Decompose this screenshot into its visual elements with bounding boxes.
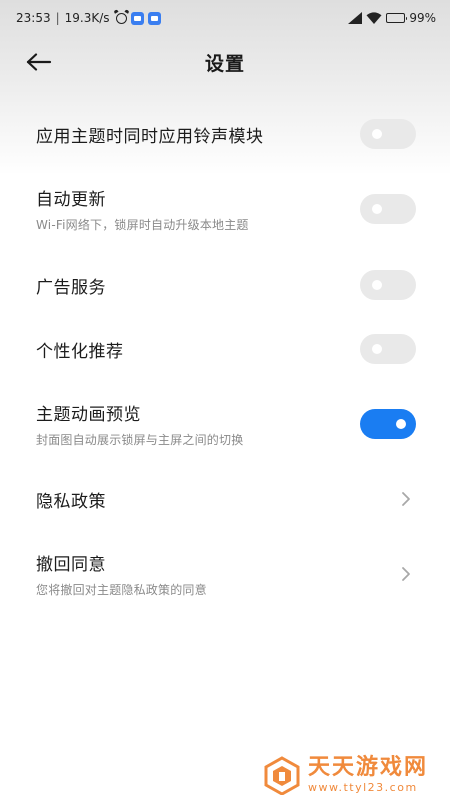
setting-label: 广告服务 xyxy=(36,277,106,298)
alarm-icon xyxy=(115,12,127,24)
setting-subtitle: Wi-Fi网络下，锁屏时自动升级本地主题 xyxy=(36,218,249,232)
status-separator: | xyxy=(55,11,60,25)
setting-row-auto-update[interactable]: 自动更新 Wi-Fi网络下，锁屏时自动升级本地主题 xyxy=(0,174,450,244)
setting-text: 自动更新 Wi-Fi网络下，锁屏时自动升级本地主题 xyxy=(36,185,249,233)
setting-row-theme-animation-preview[interactable]: 主题动画预览 封面图自动展示锁屏与主屏之间的切换 xyxy=(0,388,450,460)
setting-row-privacy-policy[interactable]: 隐私政策 xyxy=(0,466,450,532)
status-net-speed: 19.3K/s xyxy=(64,11,110,25)
setting-text: 撤回同意 您将撤回对主题隐私政策的同意 xyxy=(36,550,207,598)
setting-row-withdraw-consent[interactable]: 撤回同意 您将撤回对主题隐私政策的同意 xyxy=(0,538,450,610)
setting-row-ringtone-module[interactable]: 应用主题时同时应用铃声模块 xyxy=(0,100,450,168)
toggle-knob xyxy=(372,129,382,139)
setting-subtitle: 您将撤回对主题隐私政策的同意 xyxy=(36,583,207,597)
setting-label: 隐私政策 xyxy=(36,491,106,512)
page-title: 设置 xyxy=(204,52,245,75)
status-time: 23:53 xyxy=(16,11,51,25)
setting-row-personalized-recommendation[interactable]: 个性化推荐 xyxy=(0,316,450,382)
watermark-text: 天天游戏网 www.ttyl23.com xyxy=(308,755,429,794)
setting-label: 主题动画预览 xyxy=(36,405,141,425)
setting-label: 自动更新 xyxy=(36,190,106,210)
watermark-logo-icon xyxy=(264,756,300,795)
toggle-knob xyxy=(372,204,382,214)
watermark-title: 天天游戏网 xyxy=(308,755,429,780)
chevron-right-icon xyxy=(402,492,410,506)
status-bar-right: 99% xyxy=(348,11,436,25)
setting-label: 撤回同意 xyxy=(36,555,106,575)
status-bar: 23:53 | 19.3K/s 99% xyxy=(0,0,450,36)
setting-label: 应用主题时同时应用铃声模块 xyxy=(36,126,264,147)
setting-subtitle: 封面图自动展示锁屏与主屏之间的切换 xyxy=(36,433,244,447)
chevron-right-icon xyxy=(402,567,410,581)
setting-label: 个性化推荐 xyxy=(36,341,124,362)
watermark-url: www.ttyl23.com xyxy=(308,781,418,794)
ringtone-module-toggle[interactable] xyxy=(360,119,416,149)
setting-text: 个性化推荐 xyxy=(36,337,124,362)
setting-text: 应用主题时同时应用铃声模块 xyxy=(36,122,264,147)
toggle-knob xyxy=(396,419,406,429)
wifi-icon xyxy=(366,12,382,24)
app-bar: 设置 xyxy=(0,40,450,84)
battery-icon xyxy=(386,13,408,23)
personalized-recommendation-toggle[interactable] xyxy=(360,334,416,364)
setting-text: 隐私政策 xyxy=(36,487,106,512)
auto-update-toggle[interactable] xyxy=(360,194,416,224)
status-bar-left: 23:53 | 19.3K/s xyxy=(16,11,161,25)
back-button[interactable] xyxy=(26,46,70,78)
setting-text: 广告服务 xyxy=(36,273,106,298)
ad-service-toggle[interactable] xyxy=(360,270,416,300)
signal-icon xyxy=(348,12,363,24)
battery-level: 99% xyxy=(409,11,436,25)
arrow-left-icon xyxy=(26,53,52,71)
toggle-knob xyxy=(372,280,382,290)
setting-row-ad-service[interactable]: 广告服务 xyxy=(0,252,450,318)
site-watermark: 天天游戏网 www.ttyl23.com xyxy=(262,753,447,797)
toggle-knob xyxy=(372,344,382,354)
setting-text: 主题动画预览 封面图自动展示锁屏与主屏之间的切换 xyxy=(36,400,243,448)
app-notification-icon xyxy=(147,11,161,25)
app-notification-icon xyxy=(130,11,144,25)
theme-animation-preview-toggle[interactable] xyxy=(360,409,416,439)
